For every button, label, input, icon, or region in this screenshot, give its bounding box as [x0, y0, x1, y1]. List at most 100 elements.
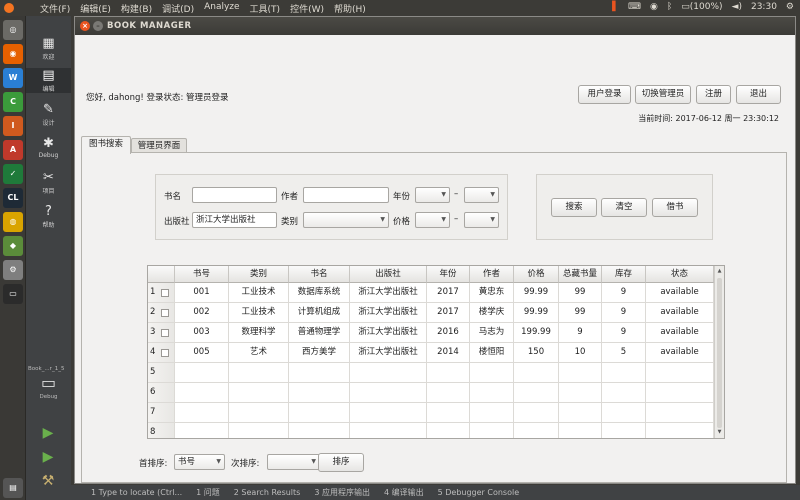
chrome-icon[interactable]: ◍ — [3, 212, 23, 232]
price-from-select[interactable]: ▼ — [415, 212, 450, 228]
row-header[interactable]: 4 — [148, 343, 175, 363]
build-hammer-icon[interactable]: ⚒ — [39, 472, 57, 490]
output-tab-compile[interactable]: 4 编译输出 — [384, 487, 424, 498]
table-cell[interactable]: 99 — [559, 283, 602, 303]
table-cell[interactable] — [602, 403, 646, 423]
table-cell[interactable] — [559, 423, 602, 438]
scroll-thumb[interactable] — [717, 278, 722, 428]
table-cell[interactable] — [470, 363, 514, 383]
table-cell[interactable] — [646, 383, 714, 403]
table-cell[interactable] — [289, 383, 350, 403]
menu-build[interactable]: 构建(B) — [121, 2, 152, 15]
clear-button[interactable]: 清空 — [601, 198, 647, 217]
close-icon[interactable]: × — [80, 21, 90, 31]
table-cell[interactable]: 9 — [602, 323, 646, 343]
table-cell[interactable]: 计算机组成 — [289, 303, 350, 323]
table-cell[interactable]: 艺术 — [229, 343, 289, 363]
row-header[interactable]: 5 — [148, 363, 175, 383]
row-checkbox[interactable] — [161, 349, 169, 357]
run-icon[interactable]: ▶ — [39, 424, 57, 442]
register-button[interactable]: 注册 — [696, 85, 731, 104]
row-header[interactable]: 7 — [148, 403, 175, 423]
table-cell[interactable] — [470, 423, 514, 438]
settings-icon[interactable]: ⚙ — [3, 260, 23, 280]
row-checkbox[interactable] — [161, 309, 169, 317]
table-cell[interactable]: 数据库系统 — [289, 283, 350, 303]
table-cell[interactable] — [229, 403, 289, 423]
table-cell[interactable]: 2017 — [427, 303, 470, 323]
table-cell[interactable]: 001 — [175, 283, 229, 303]
table-cell[interactable]: 002 — [175, 303, 229, 323]
table-cell[interactable]: 9 — [602, 303, 646, 323]
price-to-select[interactable]: ▼ — [464, 212, 499, 228]
row-header[interactable]: 8 — [148, 423, 175, 438]
table-cell[interactable]: 199.99 — [514, 323, 559, 343]
scroll-down-icon[interactable]: ▼ — [715, 428, 724, 437]
console-icon[interactable]: ▭ — [3, 284, 23, 304]
table-cell[interactable] — [229, 423, 289, 438]
table-cell[interactable] — [350, 383, 427, 403]
mode-welcome[interactable]: ▦ 欢迎 — [26, 36, 71, 61]
author-input[interactable] — [303, 187, 389, 203]
logout-button[interactable]: 退出 — [736, 85, 781, 104]
table-cell[interactable] — [559, 403, 602, 423]
table-cell[interactable] — [602, 423, 646, 438]
table-cell[interactable] — [646, 363, 714, 383]
wifi-icon[interactable]: ◉ — [650, 2, 658, 12]
table-cell[interactable]: 150 — [514, 343, 559, 363]
year-from-select[interactable]: ▼ — [415, 187, 450, 203]
column-header[interactable]: 总藏书量 — [559, 266, 602, 283]
menu-tools[interactable]: 工具(T) — [250, 2, 281, 15]
table-cell[interactable]: 楼恒阳 — [470, 343, 514, 363]
debug-run-icon[interactable]: ▶ — [39, 448, 57, 466]
table-cell[interactable]: 9 — [602, 283, 646, 303]
power-gear-icon[interactable]: ⚙ — [786, 2, 794, 12]
switch-admin-button[interactable]: 切换管理员 — [635, 85, 691, 104]
table-row[interactable]: 4 005 艺术 西方美学 浙江大学出版社 2014 楼恒阳 150 10 5 available — [148, 343, 724, 363]
column-header[interactable]: 类别 — [229, 266, 289, 283]
table-cell[interactable]: 普通物理学 — [289, 323, 350, 343]
table-cell[interactable] — [427, 383, 470, 403]
dash-home-icon[interactable]: ◎ — [3, 20, 23, 40]
trash-icon[interactable]: ▤ — [3, 478, 23, 498]
menu-debug[interactable]: 调试(D) — [162, 2, 194, 15]
table-cell[interactable] — [350, 403, 427, 423]
table-cell[interactable]: 2014 — [427, 343, 470, 363]
table-cell[interactable]: 2017 — [427, 283, 470, 303]
row-header[interactable]: 3 — [148, 323, 175, 343]
table-cell[interactable] — [175, 363, 229, 383]
table-row[interactable]: 1 001 工业技术 数据库系统 浙江大学出版社 2017 黄忠东 99.99 99 9 avail… — [148, 283, 724, 303]
calc-icon[interactable]: C — [3, 92, 23, 112]
firefox-icon[interactable]: ◉ — [3, 44, 23, 64]
row-checkbox[interactable] — [161, 329, 169, 337]
table-cell[interactable] — [514, 403, 559, 423]
row-header[interactable]: 2 — [148, 303, 175, 323]
row-checkbox[interactable] — [161, 289, 169, 297]
table-cell[interactable]: 2016 — [427, 323, 470, 343]
column-header[interactable]: 价格 — [514, 266, 559, 283]
table-cell[interactable] — [289, 403, 350, 423]
table-cell[interactable] — [289, 423, 350, 438]
mode-debug[interactable]: ✱ Debug — [26, 136, 71, 159]
mode-edit[interactable]: ▤ 编辑 — [26, 68, 71, 93]
table-cell[interactable]: 浙江大学出版社 — [350, 303, 427, 323]
table-cell[interactable] — [646, 423, 714, 438]
table-cell[interactable]: 10 — [559, 343, 602, 363]
table-cell[interactable]: 9 — [559, 323, 602, 343]
impress-icon[interactable]: I — [3, 116, 23, 136]
record-icon[interactable]: ▌ — [612, 2, 619, 12]
user-login-button[interactable]: 用户登录 — [578, 85, 631, 104]
table-cell[interactable] — [559, 383, 602, 403]
column-header[interactable]: 状态 — [646, 266, 714, 283]
table-cell[interactable]: 浙江大学出版社 — [350, 283, 427, 303]
table-cell[interactable]: 工业技术 — [229, 283, 289, 303]
table-row[interactable]: 5 — [148, 363, 724, 383]
title-input[interactable] — [192, 187, 277, 203]
row-header[interactable]: 1 — [148, 283, 175, 303]
android-studio-icon[interactable]: ◆ — [3, 236, 23, 256]
menu-help[interactable]: 帮助(H) — [334, 2, 366, 15]
table-cell[interactable]: 西方美学 — [289, 343, 350, 363]
column-header[interactable]: 书号 — [175, 266, 229, 283]
table-cell[interactable]: available — [646, 283, 714, 303]
column-header[interactable]: 出版社 — [350, 266, 427, 283]
